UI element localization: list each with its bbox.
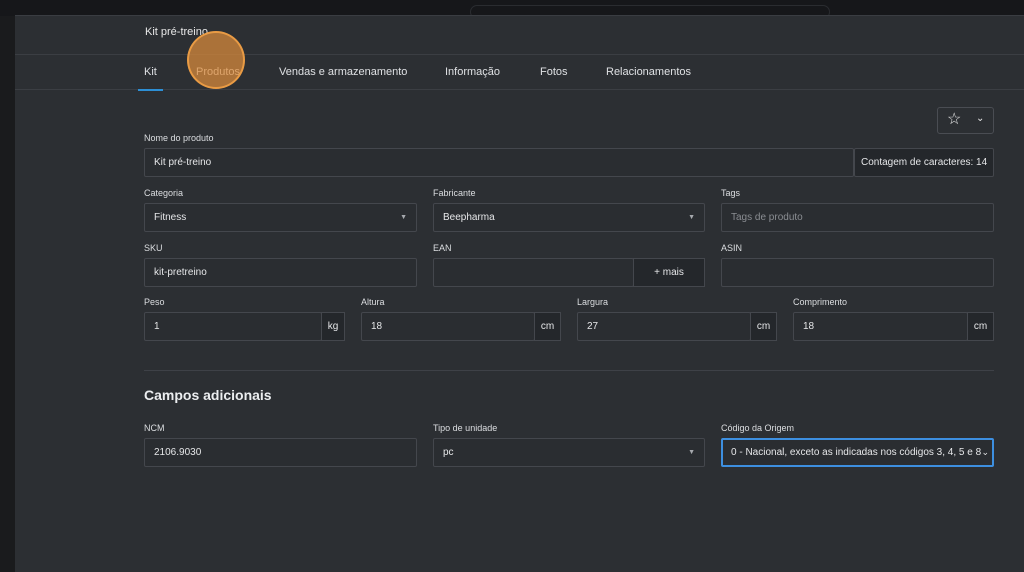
label-comprimento: Comprimento — [793, 297, 848, 307]
categoria-value: Fitness — [154, 212, 187, 223]
fabricante-select[interactable]: Beepharma ▼ — [433, 203, 705, 232]
altura-unit: cm — [534, 312, 561, 341]
largura-input[interactable]: 27 — [577, 312, 751, 341]
codigo-origem-value: 0 - Nacional, exceto as indicadas nos có… — [731, 447, 982, 458]
comprimento-unit: cm — [967, 312, 994, 341]
section-divider — [144, 370, 994, 371]
label-sku: SKU — [144, 243, 163, 253]
tipo-unidade-value: pc — [443, 447, 454, 458]
peso-input[interactable]: 1 — [144, 312, 322, 341]
label-ean: EAN — [433, 243, 452, 253]
categoria-select[interactable]: Fitness ▼ — [144, 203, 417, 232]
label-nome-produto: Nome do produto — [144, 133, 214, 143]
ncm-input[interactable]: 2106.9030 — [144, 438, 417, 467]
chevron-down-icon: ⌄ — [976, 113, 985, 124]
modal-title: Kit pré-treino — [145, 26, 208, 38]
codigo-origem-select[interactable]: 0 - Nacional, exceto as indicadas nos có… — [721, 438, 994, 467]
ean-more-button[interactable]: + mais — [633, 258, 705, 287]
tags-input[interactable]: Tags de produto — [721, 203, 994, 232]
sku-input[interactable]: kit-pretreino — [144, 258, 417, 287]
comprimento-input[interactable]: 18 — [793, 312, 968, 341]
tab-bar: Kit Produtos Vendas e armazenamento Info… — [15, 54, 1024, 91]
background-window-bar — [0, 0, 1024, 19]
tab-produtos[interactable]: Produtos — [196, 55, 240, 90]
tab-fotos[interactable]: Fotos — [540, 55, 568, 90]
tab-kit[interactable]: Kit — [138, 55, 163, 91]
caret-down-icon: ▼ — [688, 214, 695, 221]
section-title-campos-adicionais: Campos adicionais — [144, 387, 272, 403]
tab-relacionamentos[interactable]: Relacionamentos — [606, 55, 691, 90]
label-codigo-origem: Código da Origem — [721, 423, 795, 433]
background-sidebar — [0, 16, 15, 572]
ean-input[interactable] — [433, 258, 634, 287]
label-ncm: NCM — [144, 423, 165, 433]
largura-unit: cm — [750, 312, 777, 341]
favorite-dropdown-button[interactable]: ☆ ⌄ — [937, 107, 994, 134]
label-tags: Tags — [721, 188, 741, 198]
label-largura: Largura — [577, 297, 609, 307]
star-icon: ☆ — [947, 111, 962, 128]
character-count: Contagem de caracteres: 14 — [854, 148, 994, 177]
caret-down-icon: ▼ — [400, 214, 407, 221]
label-fabricante: Fabricante — [433, 188, 476, 198]
tipo-unidade-select[interactable]: pc ▼ — [433, 438, 705, 467]
nome-produto-input[interactable]: Kit pré-treino — [144, 148, 854, 177]
label-altura: Altura — [361, 297, 385, 307]
label-tipo-unidade: Tipo de unidade — [433, 423, 498, 433]
label-asin: ASIN — [721, 243, 743, 253]
asin-input[interactable] — [721, 258, 994, 287]
label-categoria: Categoria — [144, 188, 184, 198]
product-modal: Kit pré-treino Kit Produtos Vendas e arm… — [15, 15, 1024, 572]
label-peso: Peso — [144, 297, 165, 307]
peso-unit: kg — [321, 312, 345, 341]
chevron-down-icon: ⌄ — [981, 447, 989, 457]
tab-vendas-armazenamento[interactable]: Vendas e armazenamento — [279, 55, 407, 90]
altura-input[interactable]: 18 — [361, 312, 535, 341]
tab-informacao[interactable]: Informação — [445, 55, 500, 90]
caret-down-icon: ▼ — [688, 449, 695, 456]
fabricante-value: Beepharma — [443, 212, 495, 223]
